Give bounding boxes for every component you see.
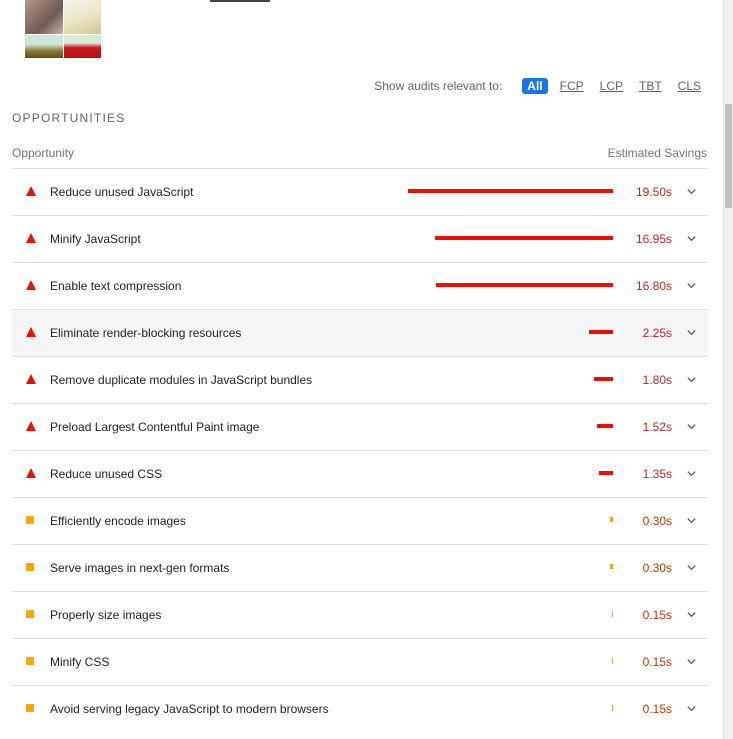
opportunities-list: Reduce unused JavaScript 19.50s Minify Jav… bbox=[12, 168, 708, 732]
opportunity-title: Reduce unused CSS bbox=[50, 467, 163, 481]
chevron-down-icon[interactable] bbox=[686, 421, 697, 432]
average-square-icon bbox=[26, 703, 34, 712]
savings-bar bbox=[436, 283, 613, 287]
column-opportunity: Opportunity bbox=[12, 146, 75, 160]
estimated-savings-value: 16.95s bbox=[635, 232, 672, 246]
opportunity-row[interactable]: Preload Largest Contentful Paint image 1.… bbox=[12, 403, 708, 450]
opportunity-row[interactable]: Properly size images 0.15s bbox=[12, 591, 708, 638]
estimated-savings-value: 2.25s bbox=[642, 326, 672, 340]
estimated-savings-value: 0.15s bbox=[642, 655, 672, 669]
chevron-down-icon[interactable] bbox=[686, 656, 697, 667]
opportunity-title: Preload Largest Contentful Paint image bbox=[50, 420, 260, 434]
average-square-icon bbox=[26, 562, 34, 571]
estimated-savings-value: 0.15s bbox=[642, 702, 672, 716]
opportunity-row[interactable]: Avoid serving legacy JavaScript to moder… bbox=[12, 685, 708, 732]
chevron-down-icon[interactable] bbox=[686, 562, 697, 573]
opportunity-title: Eliminate render-blocking resources bbox=[50, 326, 242, 340]
thumbnail-tile bbox=[63, 0, 101, 34]
savings-bar bbox=[599, 471, 613, 475]
opportunity-title: Minify JavaScript bbox=[50, 232, 141, 246]
opportunity-title: Avoid serving legacy JavaScript to moder… bbox=[50, 702, 329, 716]
opportunity-row[interactable]: Reduce unused JavaScript 19.50s bbox=[12, 168, 708, 215]
warning-triangle-icon bbox=[26, 421, 36, 431]
filter-label: Show audits relevant to: bbox=[374, 79, 503, 93]
warning-triangle-icon bbox=[26, 280, 36, 290]
average-square-icon bbox=[26, 609, 34, 618]
filter-chip-tbt[interactable]: TBT bbox=[635, 78, 666, 94]
opportunity-title: Properly size images bbox=[50, 608, 162, 622]
savings-bar bbox=[612, 658, 613, 664]
savings-bar bbox=[610, 564, 613, 569]
filter-chip-lcp[interactable]: LCP bbox=[596, 78, 627, 94]
section-title: OPPORTUNITIES bbox=[12, 111, 126, 125]
savings-bar bbox=[408, 189, 613, 193]
filter-chip-all[interactable]: All bbox=[522, 78, 548, 94]
savings-bar bbox=[610, 517, 613, 522]
warning-triangle-icon bbox=[26, 186, 36, 196]
chevron-down-icon[interactable] bbox=[686, 280, 697, 291]
chevron-down-icon[interactable] bbox=[686, 374, 697, 385]
estimated-savings-value: 16.80s bbox=[635, 279, 672, 293]
thumbnail-tile bbox=[63, 35, 101, 58]
chevron-down-icon[interactable] bbox=[686, 703, 697, 714]
estimated-savings-value: 0.30s bbox=[642, 561, 672, 575]
opportunity-title: Reduce unused JavaScript bbox=[50, 185, 194, 199]
opportunity-title: Minify CSS bbox=[50, 655, 110, 669]
warning-triangle-icon bbox=[26, 374, 36, 384]
savings-bar bbox=[612, 705, 613, 711]
savings-bar bbox=[589, 330, 613, 334]
thumbnail-tile bbox=[25, 35, 63, 58]
estimated-savings-value: 1.35s bbox=[642, 467, 672, 481]
opportunity-row[interactable]: Reduce unused CSS 1.35s bbox=[12, 450, 708, 497]
chevron-down-icon[interactable] bbox=[686, 468, 697, 479]
savings-bar bbox=[435, 236, 613, 240]
chevron-down-icon[interactable] bbox=[686, 233, 697, 244]
chevron-down-icon[interactable] bbox=[686, 515, 697, 526]
estimated-savings-value: 0.15s bbox=[642, 608, 672, 622]
opportunity-row[interactable]: Minify JavaScript 16.95s bbox=[12, 215, 708, 262]
estimated-savings-value: 1.52s bbox=[642, 420, 672, 434]
column-header: Opportunity Estimated Savings bbox=[12, 146, 707, 160]
page-screenshot-thumbnail[interactable] bbox=[25, 0, 101, 58]
filter-chip-fcp[interactable]: FCP bbox=[556, 78, 588, 94]
estimated-savings-value: 19.50s bbox=[635, 185, 672, 199]
chevron-down-icon[interactable] bbox=[686, 186, 697, 197]
opportunity-title: Remove duplicate modules in JavaScript b… bbox=[50, 373, 313, 387]
warning-triangle-icon bbox=[26, 468, 36, 478]
chevron-down-icon[interactable] bbox=[686, 609, 697, 620]
column-estimated-savings: Estimated Savings bbox=[607, 146, 707, 160]
opportunity-row[interactable]: Minify CSS 0.15s bbox=[12, 638, 708, 685]
average-square-icon bbox=[26, 656, 34, 665]
estimated-savings-value: 0.30s bbox=[642, 514, 672, 528]
opportunity-row[interactable]: Enable text compression 16.80s bbox=[12, 262, 708, 309]
opportunity-row[interactable]: Remove duplicate modules in JavaScript b… bbox=[12, 356, 708, 403]
thumbnail-tile bbox=[25, 0, 63, 34]
chevron-down-icon[interactable] bbox=[686, 327, 697, 338]
filter-chips: All FCP LCP TBT CLS bbox=[514, 78, 705, 94]
savings-bar bbox=[612, 611, 613, 617]
opportunity-title: Efficiently encode images bbox=[50, 514, 186, 528]
top-divider bbox=[210, 0, 270, 2]
opportunity-row[interactable]: Serve images in next-gen formats 0.30s bbox=[12, 544, 708, 591]
filter-chip-cls[interactable]: CLS bbox=[674, 78, 705, 94]
average-square-icon bbox=[26, 515, 34, 524]
savings-bar bbox=[597, 424, 613, 428]
audit-filter-bar: Show audits relevant to: All FCP LCP TBT CLS bbox=[374, 78, 705, 94]
scrollbar-thumb[interactable] bbox=[725, 104, 732, 208]
savings-bar bbox=[594, 377, 613, 381]
warning-triangle-icon bbox=[26, 327, 36, 337]
estimated-savings-value: 1.80s bbox=[642, 373, 672, 387]
opportunity-title: Serve images in next-gen formats bbox=[50, 561, 230, 575]
opportunity-row[interactable]: Efficiently encode images 0.30s bbox=[12, 497, 708, 544]
opportunity-title: Enable text compression bbox=[50, 279, 182, 293]
warning-triangle-icon bbox=[26, 233, 36, 243]
opportunity-row[interactable]: Eliminate render-blocking resources 2.25s bbox=[12, 309, 708, 356]
